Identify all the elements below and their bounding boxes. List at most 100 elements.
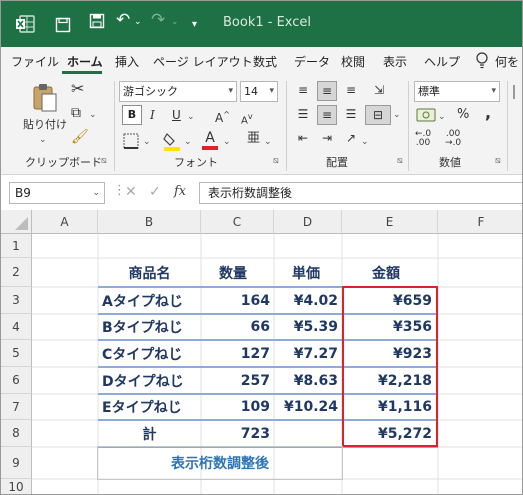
number-format-select[interactable]: 標準 ▾ — [414, 81, 500, 102]
row-header-4[interactable]: 4 — [1, 314, 32, 340]
underline-button[interactable]: U — [172, 107, 181, 123]
total-label-cell[interactable]: 計 — [98, 420, 201, 447]
product-name-cell[interactable]: Cタイプねじ — [98, 340, 201, 367]
phonetic-guide-icon[interactable]: 亜 — [247, 131, 260, 147]
bold-button[interactable]: B — [122, 105, 142, 125]
tab-view[interactable]: 表示 — [383, 53, 407, 70]
tab-review[interactable]: 校閲 — [341, 53, 365, 70]
borders-dropdown-icon[interactable]: ⌄ — [143, 134, 151, 150]
grow-font-button[interactable]: A^ — [215, 107, 230, 126]
quantity-cell[interactable]: 109 — [201, 394, 274, 420]
comma-button[interactable]: , — [485, 105, 491, 121]
tell-me-search[interactable]: 何を — [495, 53, 519, 70]
quantity-cell[interactable]: 66 — [201, 314, 274, 340]
format-painter-icon[interactable]: 🖌 — [71, 129, 89, 145]
font-color-button[interactable]: A — [202, 130, 218, 150]
merge-center-icon[interactable]: ⊟ — [365, 105, 391, 125]
column-header-b[interactable]: B — [98, 210, 201, 234]
total-quantity-cell[interactable]: 723 — [201, 420, 274, 447]
enter-icon[interactable]: ✓ — [149, 184, 161, 200]
decrease-decimal-icon[interactable]: .00 →.0 — [445, 130, 461, 148]
align-right-icon[interactable]: ☰ — [341, 105, 361, 125]
header-amount[interactable]: 金額 — [342, 258, 438, 287]
unit-price-cell[interactable]: ¥5.39 — [274, 314, 342, 340]
autosave-icon[interactable] — [55, 17, 71, 33]
shrink-font-button[interactable]: Av — [241, 109, 253, 129]
redo-dropdown-icon[interactable]: ⌄ — [171, 11, 179, 33]
conditional-format-icon[interactable] — [513, 85, 522, 99]
font-size-select[interactable]: 14 ▾ — [240, 81, 278, 102]
italic-button[interactable]: I — [150, 107, 155, 123]
underline-dropdown-icon[interactable]: ⌄ — [187, 109, 195, 125]
copy-icon[interactable]: ⧉ — [71, 105, 81, 121]
merge-dropdown-icon[interactable]: ⌄ — [393, 107, 401, 123]
column-header-e[interactable]: E — [342, 210, 438, 234]
top-align-icon[interactable]: ≡ — [293, 81, 313, 101]
unit-price-cell[interactable]: ¥10.24 — [274, 394, 342, 420]
increase-decimal-icon[interactable]: ←.0.00 — [415, 130, 431, 148]
quantity-cell[interactable]: 257 — [201, 367, 274, 394]
select-all-corner[interactable] — [1, 210, 32, 234]
tab-insert[interactable]: 挿入 — [115, 53, 139, 70]
cut-icon[interactable]: ✂ — [71, 81, 84, 97]
orientation-icon[interactable]: ↗ — [341, 129, 361, 149]
header-unit-price[interactable]: 単価 — [274, 258, 342, 287]
undo-dropdown-icon[interactable]: ⌄ — [134, 11, 142, 33]
middle-align-icon[interactable]: ≡ — [317, 81, 337, 101]
column-header-d[interactable]: D — [274, 210, 342, 234]
phonetic-dropdown-icon[interactable]: ⌄ — [264, 134, 272, 150]
formula-input[interactable]: 表示桁数調整後 — [199, 182, 522, 204]
orientation-dropdown-icon[interactable]: ⌄ — [361, 134, 369, 150]
tab-file[interactable]: ファイル — [11, 53, 59, 70]
row-header-3[interactable]: 3 — [1, 287, 32, 314]
increase-indent-icon[interactable]: ⇥ — [317, 129, 337, 149]
borders-icon[interactable] — [123, 133, 139, 149]
tab-data[interactable]: データ — [294, 53, 330, 70]
column-header-c[interactable]: C — [201, 210, 274, 234]
unit-price-cell[interactable]: ¥7.27 — [274, 340, 342, 367]
column-header-a[interactable]: A — [32, 210, 98, 234]
currency-dropdown-icon[interactable]: ⌄ — [438, 109, 446, 125]
tab-page-layout[interactable]: ページ レイアウト — [153, 53, 253, 70]
product-name-cell[interactable]: Aタイプねじ — [98, 287, 201, 314]
row-header-2[interactable]: 2 — [1, 258, 32, 287]
product-name-cell[interactable]: Bタイプねじ — [98, 314, 201, 340]
paste-dropdown-icon[interactable]: ⌄ — [39, 132, 47, 148]
paste-icon[interactable] — [31, 83, 59, 113]
font-launcher-icon[interactable]: ⧅ — [273, 156, 279, 166]
quantity-cell[interactable]: 164 — [201, 287, 274, 314]
font-name-select[interactable]: 游ゴシック ▾ — [119, 81, 237, 102]
row-header-7[interactable]: 7 — [1, 394, 32, 420]
column-header-f[interactable]: F — [438, 210, 522, 234]
row-header-8[interactable]: 8 — [1, 420, 32, 447]
unit-price-cell[interactable]: ¥4.02 — [274, 287, 342, 314]
tab-home[interactable]: ホーム — [67, 53, 103, 70]
percent-button[interactable]: % — [457, 107, 469, 123]
redo-icon[interactable]: ↷ — [151, 9, 165, 31]
save-icon[interactable] — [89, 13, 105, 29]
quantity-cell[interactable]: 127 — [201, 340, 274, 367]
cancel-icon[interactable]: ✕ — [125, 184, 137, 200]
fill-color-dropdown-icon[interactable]: ⌄ — [184, 134, 192, 150]
name-box[interactable]: B9 ⌄ — [9, 182, 105, 204]
number-launcher-icon[interactable]: ⧅ — [495, 156, 501, 166]
font-color-dropdown-icon[interactable]: ⌄ — [223, 134, 231, 150]
product-name-cell[interactable]: Dタイプねじ — [98, 367, 201, 394]
align-left-icon[interactable]: ☰ — [293, 105, 313, 125]
unit-price-cell[interactable]: ¥8.63 — [274, 367, 342, 394]
tab-formulas[interactable]: 数式 — [253, 53, 277, 70]
fill-color-icon[interactable] — [163, 131, 181, 151]
lightbulb-icon[interactable] — [475, 52, 489, 70]
alignment-launcher-icon[interactable]: ⧅ — [397, 156, 403, 166]
paste-button[interactable]: 貼り付け — [23, 117, 67, 133]
header-quantity[interactable]: 数量 — [201, 258, 274, 287]
row-header-5[interactable]: 5 — [1, 340, 32, 367]
product-name-cell[interactable]: Eタイプねじ — [98, 394, 201, 420]
clipboard-launcher-icon[interactable]: ⧅ — [101, 156, 107, 166]
insert-function-button[interactable]: fx — [174, 184, 186, 199]
tab-help[interactable]: ヘルプ — [424, 53, 460, 70]
row-header-9[interactable]: 9 — [1, 447, 32, 479]
customize-qat-icon[interactable]: ▾ — [192, 14, 197, 36]
header-product-name[interactable]: 商品名 — [98, 258, 201, 287]
wrap-text-icon[interactable]: ⇲ — [369, 81, 389, 101]
